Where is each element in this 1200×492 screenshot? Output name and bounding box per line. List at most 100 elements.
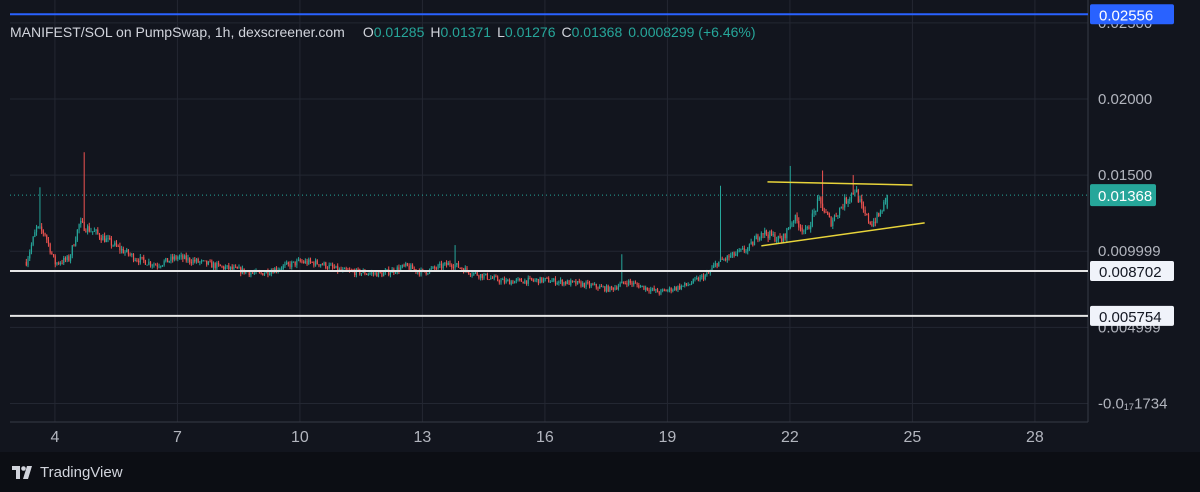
candle-body — [25, 261, 27, 266]
candle-body — [459, 267, 461, 269]
candle-body — [633, 282, 635, 285]
candle-body — [195, 258, 198, 262]
candle-body — [553, 278, 555, 281]
candle-body — [175, 256, 177, 259]
candle-body — [614, 287, 616, 290]
candle-body — [854, 192, 856, 194]
candle-body — [573, 281, 575, 283]
candle-body — [500, 279, 502, 283]
candle-body — [806, 226, 808, 229]
candle-body — [172, 256, 174, 260]
candle-body — [804, 228, 807, 231]
ohlc-legend: MANIFEST/SOL on PumpSwap, 1h, dexscreene… — [10, 23, 756, 41]
candle-body — [704, 274, 706, 280]
candle-body — [542, 279, 545, 282]
candle-body — [537, 279, 540, 284]
candle-body — [377, 271, 380, 277]
candle-body — [517, 278, 519, 280]
candle-body — [80, 221, 82, 225]
candle-body — [519, 278, 521, 280]
candle-body — [837, 215, 839, 217]
candle-body — [291, 262, 293, 268]
candle-body — [690, 283, 693, 285]
candle-body — [697, 278, 699, 281]
candle-body — [609, 286, 611, 292]
current-price-label: 0.01368 — [1098, 188, 1152, 205]
candle-body — [406, 263, 409, 266]
candle-body — [660, 289, 662, 294]
candle-body — [461, 268, 463, 270]
candle-body — [707, 272, 710, 274]
candle-body — [316, 260, 318, 265]
candle-body — [779, 235, 781, 239]
candle-body — [626, 283, 628, 285]
candle-body — [372, 272, 375, 274]
candle-body — [680, 285, 682, 289]
candle-body — [493, 276, 495, 279]
candle-body — [687, 284, 689, 286]
candle-body — [173, 256, 175, 260]
candle-body — [27, 258, 29, 266]
candle-body — [194, 259, 196, 262]
candle-body — [204, 260, 206, 262]
candle-body — [556, 282, 558, 285]
candle-body — [189, 257, 191, 263]
candle-body — [624, 282, 626, 284]
candle-body — [132, 254, 135, 261]
candle-body — [263, 273, 266, 276]
candle-body — [612, 287, 614, 290]
candle-body — [750, 241, 752, 245]
candle-body — [651, 288, 654, 290]
symbol-title: MANIFEST/SOL on PumpSwap, 1h, dexscreene… — [10, 24, 345, 40]
candle-body — [554, 278, 557, 285]
candle-body — [561, 279, 563, 285]
candle-body — [798, 220, 800, 228]
candle-body — [767, 234, 769, 239]
candle-body — [706, 272, 708, 275]
candle-body — [628, 280, 630, 285]
candle-body — [323, 262, 325, 265]
candle-body — [29, 251, 31, 259]
candle-body — [158, 266, 160, 268]
candle-body — [129, 254, 131, 256]
candle-body — [139, 256, 141, 263]
candle-body — [151, 265, 153, 267]
candle-body — [280, 269, 283, 271]
candle-body — [410, 264, 412, 270]
candle-body — [100, 237, 102, 241]
candle-body — [752, 241, 754, 246]
candle-body — [760, 233, 762, 238]
candle-body — [689, 284, 691, 286]
upper-support-price-label: 0.008702 — [1099, 264, 1162, 281]
candle-body — [320, 264, 322, 266]
candle-body — [828, 214, 830, 217]
time-tick-label: 25 — [904, 429, 922, 446]
candle-body — [367, 273, 369, 275]
candle-body — [146, 264, 148, 266]
candle-body — [228, 265, 230, 270]
candle-body — [602, 286, 604, 288]
candle-body — [541, 277, 543, 282]
time-tick-label: 7 — [173, 429, 182, 446]
candle-body — [449, 262, 451, 266]
candle-body — [772, 234, 774, 236]
candle-body — [360, 272, 363, 275]
tradingview-logo[interactable]: TradingView — [12, 464, 123, 481]
candle-body — [512, 281, 514, 284]
candle-body — [811, 213, 813, 226]
time-tick-label: 22 — [781, 429, 799, 446]
candle-body — [515, 279, 517, 282]
candle-body — [583, 282, 585, 288]
footer-bar: TradingView — [0, 452, 1200, 492]
candle-body — [219, 264, 221, 267]
candle-body — [474, 272, 477, 274]
candle-body — [719, 258, 722, 262]
candle-body — [568, 280, 570, 285]
candle-body — [514, 281, 516, 284]
candle-body — [721, 258, 723, 260]
candle-body — [629, 280, 631, 283]
candle-body — [478, 275, 480, 278]
candle-body — [662, 289, 664, 291]
price-chart[interactable]: 0.020000.015000.0099990.0049990.02500-0.… — [0, 0, 1200, 452]
candle-body — [199, 261, 201, 263]
